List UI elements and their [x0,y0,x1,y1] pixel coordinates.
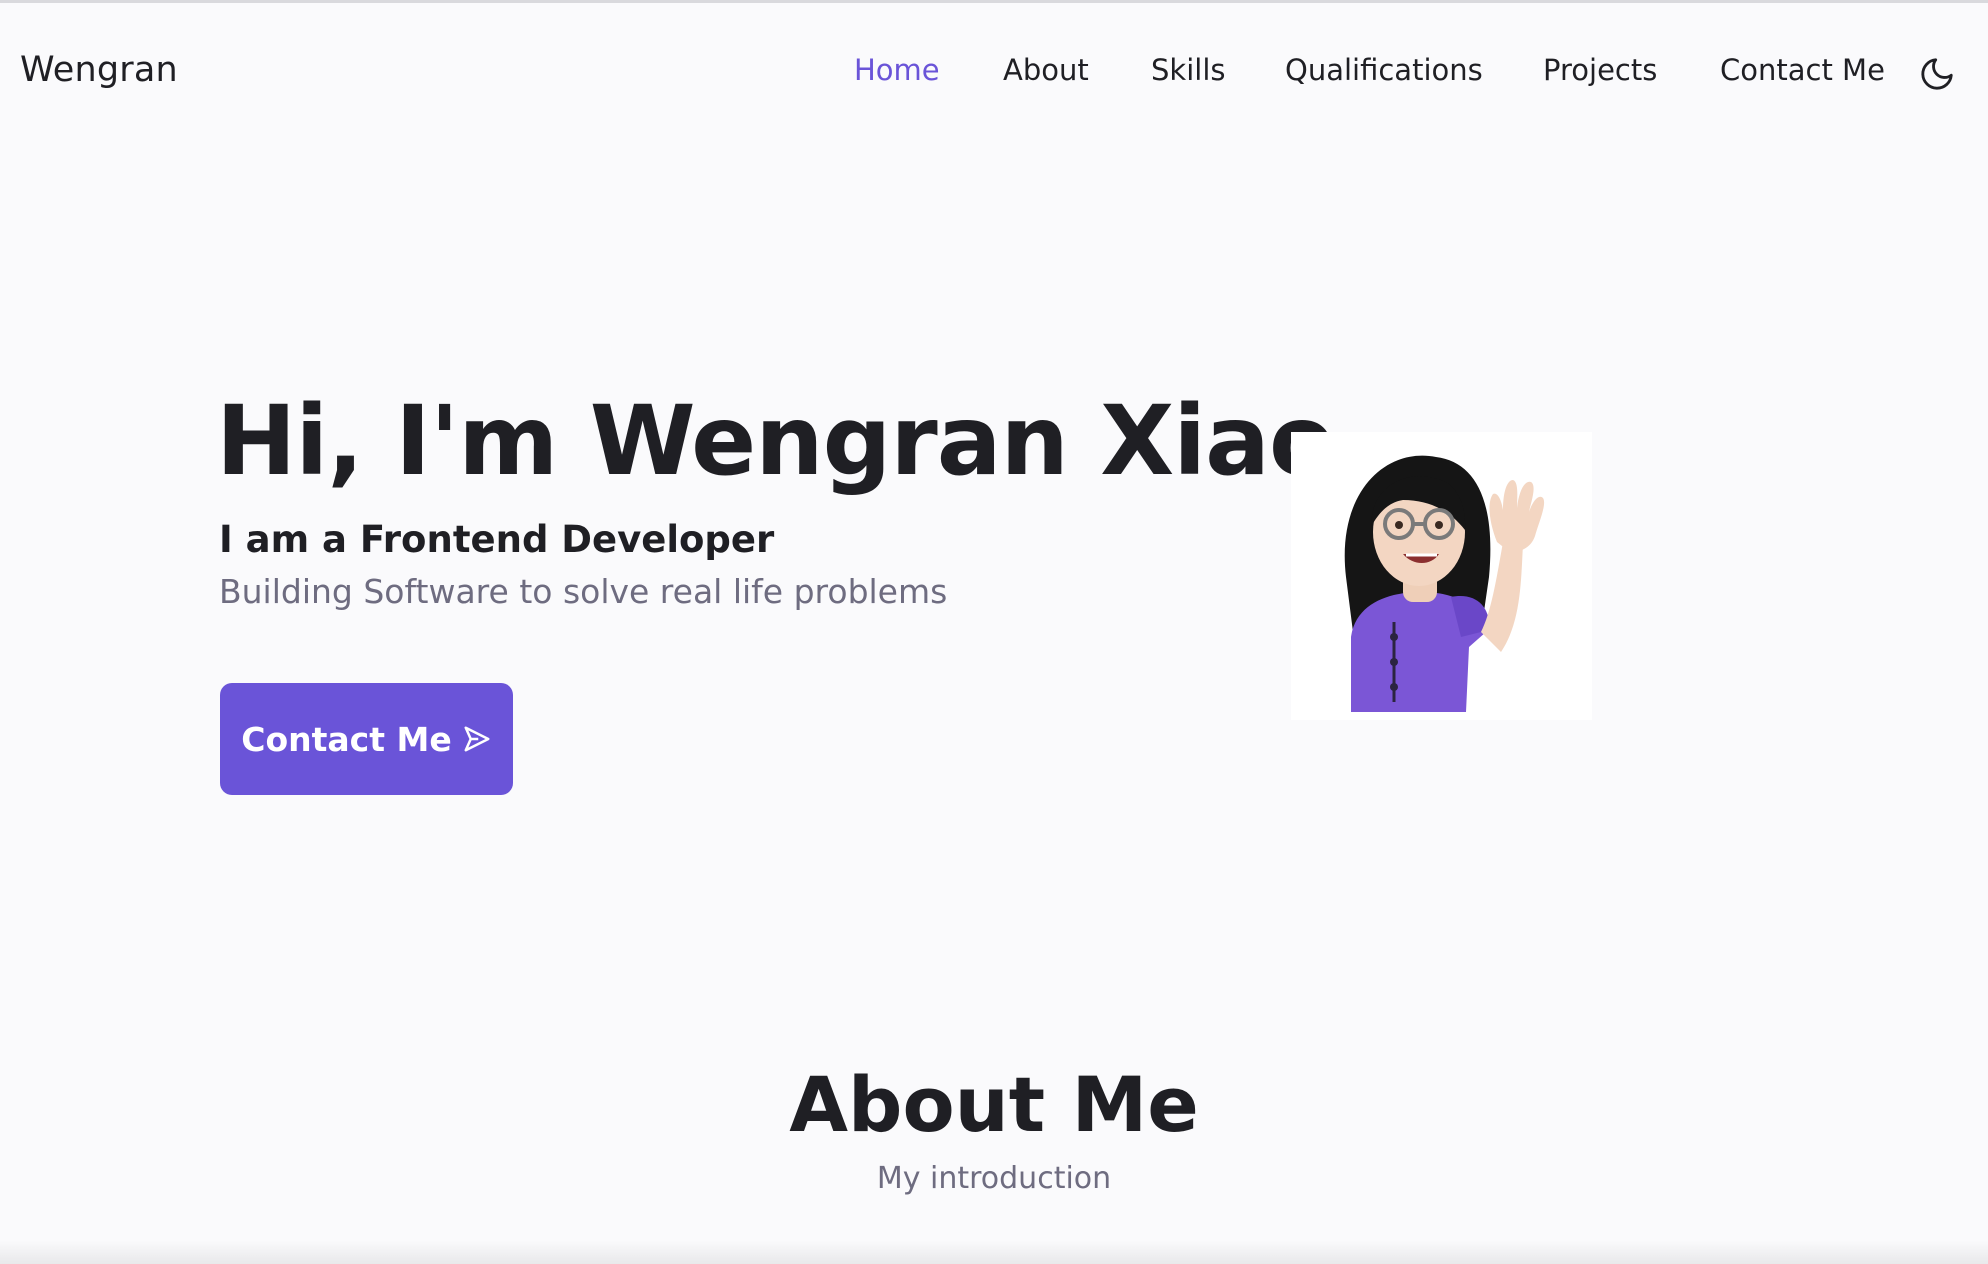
top-border [0,0,1988,3]
bottom-shadow [0,1240,1988,1264]
contact-me-label: Contact Me [241,719,452,759]
nav-qualifications[interactable]: Qualifications [1285,53,1483,87]
nav-home[interactable]: Home [854,53,940,87]
nav-skills[interactable]: Skills [1151,53,1225,87]
contact-me-button[interactable]: Contact Me [220,683,513,795]
about-title: About Me [789,1060,1199,1149]
about-subtitle: My introduction [876,1161,1112,1196]
hero-description: Building Software to solve real life pro… [219,572,948,611]
hero-subtitle: I am a Frontend Developer [219,518,775,561]
hero-title: Hi, I'm Wengran Xiao [216,385,1335,497]
nav-projects[interactable]: Projects [1543,53,1657,87]
moon-icon[interactable] [1918,55,1956,93]
main-nav: Home About Skills Qualifications Project… [0,53,1988,93]
avatar [1291,432,1592,720]
memoji-avatar-icon [1344,455,1545,712]
nav-about[interactable]: About [1003,53,1089,87]
send-icon [462,724,492,754]
nav-contact[interactable]: Contact Me [1720,53,1885,87]
